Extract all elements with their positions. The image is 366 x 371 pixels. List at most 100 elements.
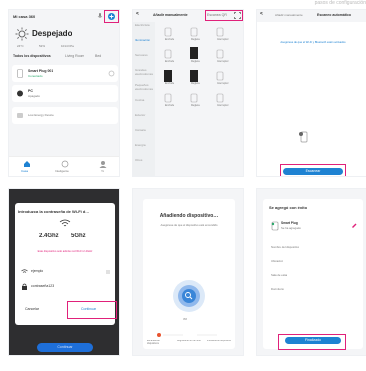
category-item[interactable]: Cámara (135, 129, 153, 137)
field-label[interactable]: Dormitorio (271, 287, 284, 292)
swap-icon[interactable] (105, 269, 111, 275)
device-label[interactable]: Interruptor (217, 59, 229, 64)
device-label[interactable]: Enchufe (165, 81, 174, 86)
next-button-label: Continuar (57, 345, 73, 349)
device-status: Conectado (28, 74, 43, 78)
tab-living-room[interactable]: Living Room (65, 54, 84, 59)
wifi-small-icon (21, 269, 28, 273)
device-label[interactable]: Regleta (191, 103, 200, 108)
edit-icon[interactable] (351, 222, 357, 228)
notice-text: Asegúrese de que el Wi-Fi y Bluetooth es… (280, 41, 346, 44)
search-progress-icon (173, 280, 205, 312)
category-item[interactable]: Otros (135, 159, 153, 167)
progress-percent: 3% (183, 317, 188, 321)
step-label: Escaneando dispositivos (147, 340, 160, 345)
nav-smart-label: Inteligente (55, 169, 69, 173)
step-label: Registrando en la nube (177, 340, 201, 342)
category-item[interactable]: Grandes electrodomésticos (135, 69, 153, 77)
device-status: Se ha agregado (281, 226, 301, 230)
phone-device-icon (299, 131, 308, 143)
category-item[interactable]: Electricista (135, 24, 153, 32)
scan-area: Asegúrese de que el Wi-Fi y Bluetooth es… (257, 22, 366, 176)
field-label[interactable]: Sala de estar (271, 273, 287, 278)
dialog-title: Introduzca la contraseña de Wi-Fi d… (18, 209, 90, 214)
adding-subtitle: Asegúrese de que el dispositivo esté enc… (160, 224, 218, 227)
highlight-scan-button (280, 164, 346, 176)
weather-detail-humidity: 52% (39, 44, 46, 48)
device-label[interactable]: Interruptor (217, 37, 229, 42)
tab-manual[interactable]: Añadir manualmente (275, 13, 303, 18)
weather-label: Despejado (32, 29, 73, 38)
screen-adding-device: Añadiendo dispositivo… Asegúrese de que … (132, 188, 244, 356)
profile-icon[interactable] (99, 160, 107, 168)
wifi-name-field[interactable]: ejemplo (31, 269, 43, 274)
cancel-button[interactable]: Cancelar (25, 307, 39, 312)
back-button[interactable]: < (260, 12, 263, 17)
highlight-add-device (104, 10, 119, 23)
mic-icon[interactable] (97, 13, 103, 20)
screen-add-manual: < Añadir manualmente Escanea QR Electric… (132, 9, 244, 177)
nav-home-label: Casa (21, 169, 29, 173)
weather-detail-temp: 24°C (17, 44, 24, 48)
screen-title: Añadir manualmente (153, 13, 188, 17)
band-5ghz: 5Ghz (71, 233, 86, 239)
screen-wifi-password: Introduzca la contraseña de Wi-Fi d… 2.4… (8, 188, 120, 356)
device-label[interactable]: Regleta (191, 37, 200, 42)
device-label[interactable]: Enchufe (165, 103, 174, 108)
success-title: Se agregó con éxito (269, 205, 308, 210)
screen-auto-scan: < Añadir manualmente Escaneo automático … (256, 9, 366, 177)
step-label: Inicializando dispositivo (207, 340, 231, 342)
password-field[interactable]: contraseña123 (31, 284, 54, 289)
screen-success: Se agregó con éxito Smart Plug Se ha agr… (256, 188, 366, 356)
plug-device-icon (271, 221, 279, 231)
power-icon[interactable] (108, 70, 115, 77)
back-button[interactable]: < (136, 12, 139, 17)
highlight-done-button (278, 334, 346, 350)
weather-detail-pressure: 1014 hPa (61, 44, 74, 48)
category-item[interactable]: Iluminación (135, 39, 153, 47)
device-label[interactable]: Regleta (191, 59, 200, 64)
plug-icon (17, 69, 23, 78)
smart-icon[interactable] (61, 160, 69, 168)
device-label[interactable]: Regleta (191, 81, 200, 86)
nav-profile-label: Yo (101, 169, 105, 173)
screen-home: Mi casa 360 Despejado 24°C 52% 1014 hPa … (8, 9, 120, 177)
device-name: Low Energy Device (28, 113, 54, 117)
progress-card: Añadiendo dispositivo… Asegúrese de que … (143, 199, 235, 349)
field-label[interactable]: Nombre del dispositivo (271, 245, 299, 250)
sun-icon (15, 27, 29, 41)
device-label[interactable]: Interruptor (217, 103, 229, 108)
device-label[interactable]: Interruptor (217, 81, 229, 86)
category-item[interactable]: Sensores (135, 54, 153, 62)
highlight-scan-qr (205, 10, 243, 21)
device-card[interactable]: Smart Plug 001 Conectado (12, 65, 118, 82)
success-card: Se agregó con éxito Smart Plug Se ha agr… (263, 199, 363, 349)
tab-bed[interactable]: Bed (95, 54, 101, 59)
device-grid (164, 27, 224, 103)
category-item[interactable]: Cocina (135, 99, 153, 107)
band-24ghz: 2.4Ghz (39, 233, 59, 239)
lock-icon (22, 283, 27, 290)
category-sidebar: Electricista Iluminación Sensores Grande… (133, 22, 155, 176)
bottom-nav: Casa Inteligente Yo (9, 156, 119, 176)
next-button[interactable]: Continuar (37, 343, 93, 352)
adding-title: Añadiendo dispositivo… (159, 213, 219, 219)
bulb-icon (17, 113, 23, 118)
device-status: Apagado (28, 94, 41, 98)
highlight-confirm (67, 301, 117, 319)
tab-all-devices[interactable]: Todos los dispositivos (13, 54, 51, 59)
tab-auto-scan[interactable]: Escaneo automático (317, 13, 351, 18)
device-label[interactable]: Enchufe (165, 37, 174, 42)
category-item[interactable]: Energía (135, 144, 153, 152)
field-label[interactable]: Ubicación (271, 259, 283, 264)
category-item[interactable]: Pequeños electrodomésticos (135, 84, 153, 92)
home-icon[interactable] (23, 160, 31, 168)
band-hint: Este dispositivo solo admite red Wi-Fi 2… (37, 250, 93, 253)
device-card[interactable]: Low Energy Device (12, 107, 118, 124)
category-item[interactable]: Exterior (135, 114, 153, 122)
wifi-icon (59, 219, 71, 227)
device-label[interactable]: Enchufe (165, 59, 174, 64)
home-name[interactable]: Mi casa 360 (13, 14, 35, 19)
device-card[interactable]: PC Apagado (12, 85, 118, 102)
step-track (157, 333, 217, 337)
